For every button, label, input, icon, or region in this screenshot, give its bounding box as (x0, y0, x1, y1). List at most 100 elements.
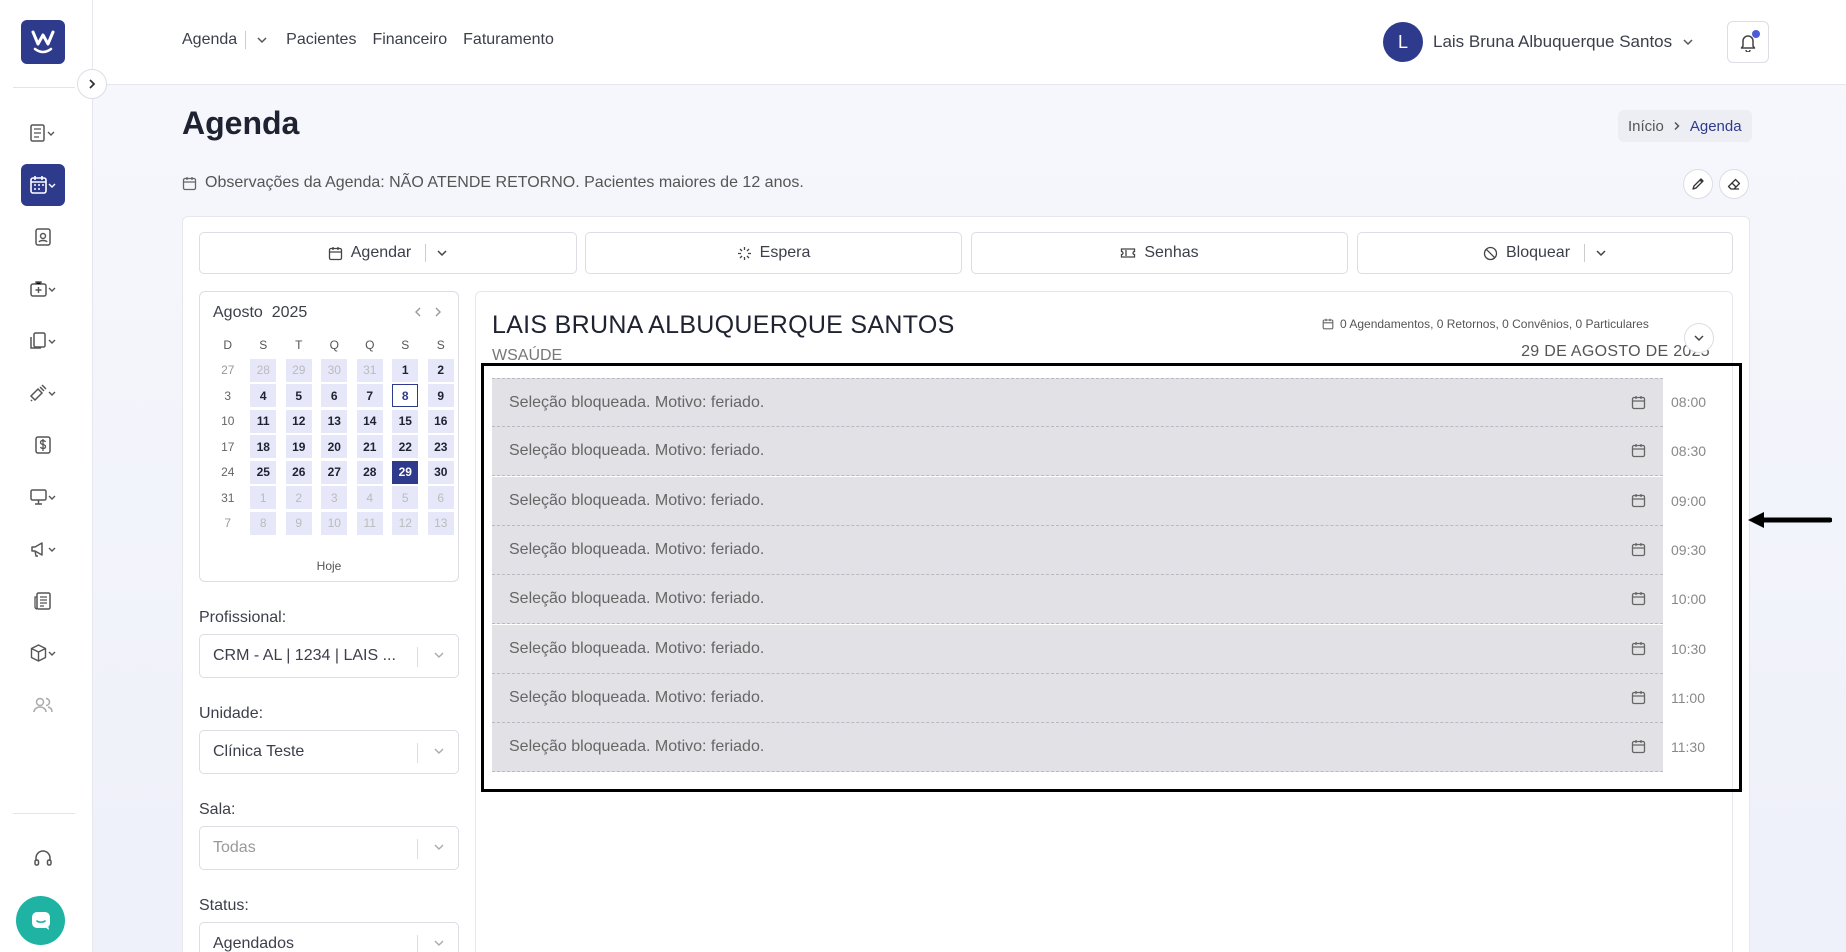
chevron-down-icon[interactable] (1595, 247, 1607, 259)
calendar-day[interactable]: 5 (388, 485, 424, 511)
unidade-select[interactable]: Clínica Teste (199, 730, 459, 774)
calendar-day[interactable]: 6 (423, 485, 459, 511)
calendar-day[interactable]: 9 (281, 511, 317, 537)
calendar-day[interactable]: 10 (210, 409, 246, 435)
calendar-day[interactable]: 3 (317, 485, 353, 511)
notifications-button[interactable] (1727, 21, 1769, 63)
time-slot[interactable]: Seleção bloqueada. Motivo: feriado. (492, 575, 1663, 625)
calendar-icon[interactable] (1631, 739, 1646, 754)
calendar-day[interactable]: 11 (352, 511, 388, 537)
calendar-day[interactable]: 10 (317, 511, 353, 537)
sidebar-item-users[interactable] (21, 684, 65, 726)
nav-agenda[interactable]: Agenda (182, 31, 237, 49)
calendar-day[interactable]: 17 (210, 434, 246, 460)
calendar-day[interactable]: 2 (281, 485, 317, 511)
calendar-day[interactable]: 7 (210, 511, 246, 537)
calendar-day[interactable]: 26 (281, 460, 317, 486)
calendar-icon[interactable] (1631, 443, 1646, 458)
sidebar-item-marketing[interactable] (21, 528, 65, 570)
chevron-right-icon[interactable] (432, 306, 444, 318)
agendar-button[interactable]: Agendar (199, 232, 577, 274)
calendar-icon[interactable] (1631, 591, 1646, 606)
chevron-down-icon[interactable] (436, 247, 448, 259)
sidebar-collapse-button[interactable] (77, 69, 107, 99)
sidebar-item-financial[interactable] (21, 424, 65, 466)
calendar-today-link[interactable]: Hoje (200, 559, 458, 573)
sidebar-item-telemedicine[interactable] (21, 476, 65, 518)
calendar-day[interactable]: 23 (423, 434, 459, 460)
espera-button[interactable]: Espera (585, 232, 962, 274)
time-slot[interactable]: Seleção bloqueada. Motivo: feriado. (492, 723, 1663, 773)
calendar-day[interactable]: 3 (210, 383, 246, 409)
calendar-day[interactable]: 8 (246, 511, 282, 537)
calendar-day[interactable]: 24 (210, 460, 246, 486)
bloquear-button[interactable]: Bloquear (1357, 232, 1733, 274)
nav-agenda-dropdown[interactable] (256, 34, 268, 46)
calendar-day[interactable]: 18 (246, 434, 282, 460)
clear-observations-button[interactable] (1719, 169, 1749, 199)
calendar-day[interactable]: 28 (352, 460, 388, 486)
profissional-select[interactable]: CRM - AL | 1234 | LAIS ... (199, 634, 459, 678)
sidebar-item-documents[interactable] (21, 320, 65, 362)
sidebar-item-support[interactable] (21, 838, 65, 880)
calendar-day[interactable]: 27 (210, 358, 246, 384)
sidebar-item-patients[interactable] (21, 216, 65, 258)
time-slot[interactable]: Seleção bloqueada. Motivo: feriado. (492, 476, 1663, 526)
expand-button[interactable] (1684, 323, 1714, 353)
calendar-day[interactable]: 21 (352, 434, 388, 460)
calendar-month[interactable]: Agosto (213, 304, 263, 321)
calendar-day[interactable]: 30 (423, 460, 459, 486)
sidebar-item-procedures[interactable] (21, 372, 65, 414)
sidebar-item-agenda[interactable] (21, 164, 65, 206)
calendar-day[interactable]: 31 (210, 485, 246, 511)
calendar-day[interactable]: 1 (246, 485, 282, 511)
calendar-icon[interactable] (1631, 690, 1646, 705)
nav-pacientes[interactable]: Pacientes (286, 31, 356, 49)
calendar-icon[interactable] (1631, 542, 1646, 557)
user-menu[interactable]: L Lais Bruna Albuquerque Santos (1383, 22, 1694, 62)
calendar-day[interactable]: 14 (352, 409, 388, 435)
calendar-day[interactable]: 12 (388, 511, 424, 537)
calendar-day[interactable]: 15 (388, 409, 424, 435)
calendar-day[interactable]: 31 (352, 358, 388, 384)
status-select[interactable]: Agendados (199, 922, 459, 952)
calendar-day[interactable]: 28 (246, 358, 282, 384)
calendar-icon[interactable] (1631, 493, 1646, 508)
app-logo[interactable] (21, 20, 65, 64)
calendar-icon[interactable] (1631, 395, 1646, 410)
sidebar-item-records[interactable] (21, 112, 65, 154)
calendar-day[interactable]: 30 (317, 358, 353, 384)
calendar-day[interactable]: 2 (423, 358, 459, 384)
calendar-day[interactable]: 16 (423, 409, 459, 435)
calendar-day[interactable]: 8 (388, 383, 424, 409)
sidebar-item-inventory[interactable] (21, 632, 65, 674)
nav-financeiro[interactable]: Financeiro (372, 31, 447, 49)
senhas-button[interactable]: Senhas (971, 232, 1348, 274)
time-slot[interactable]: Seleção bloqueada. Motivo: feriado. (492, 525, 1663, 575)
time-slot[interactable]: Seleção bloqueada. Motivo: feriado. (492, 624, 1663, 674)
calendar-day[interactable]: 20 (317, 434, 353, 460)
time-slot[interactable]: Seleção bloqueada. Motivo: feriado. (492, 427, 1663, 477)
breadcrumb-home[interactable]: Início (1628, 118, 1664, 135)
calendar-day[interactable]: 5 (281, 383, 317, 409)
calendar-day[interactable]: 19 (281, 434, 317, 460)
calendar-day[interactable]: 1 (388, 358, 424, 384)
edit-observations-button[interactable] (1683, 169, 1713, 199)
calendar-day[interactable]: 6 (317, 383, 353, 409)
calendar-day[interactable]: 9 (423, 383, 459, 409)
calendar-day[interactable]: 29 (281, 358, 317, 384)
calendar-day[interactable]: 11 (246, 409, 282, 435)
chevron-left-icon[interactable] (412, 306, 424, 318)
time-slot[interactable]: Seleção bloqueada. Motivo: feriado. (492, 378, 1663, 427)
calendar-day[interactable]: 22 (388, 434, 424, 460)
sidebar-item-clinic[interactable] (21, 268, 65, 310)
sala-select[interactable]: Todas (199, 826, 459, 870)
calendar-day[interactable]: 12 (281, 409, 317, 435)
calendar-day[interactable]: 13 (423, 511, 459, 537)
nav-faturamento[interactable]: Faturamento (463, 31, 554, 49)
chat-button[interactable] (16, 896, 65, 945)
calendar-year[interactable]: 2025 (272, 304, 308, 321)
sidebar-item-reports[interactable] (21, 580, 65, 622)
calendar-day[interactable]: 4 (352, 485, 388, 511)
calendar-day[interactable]: 13 (317, 409, 353, 435)
